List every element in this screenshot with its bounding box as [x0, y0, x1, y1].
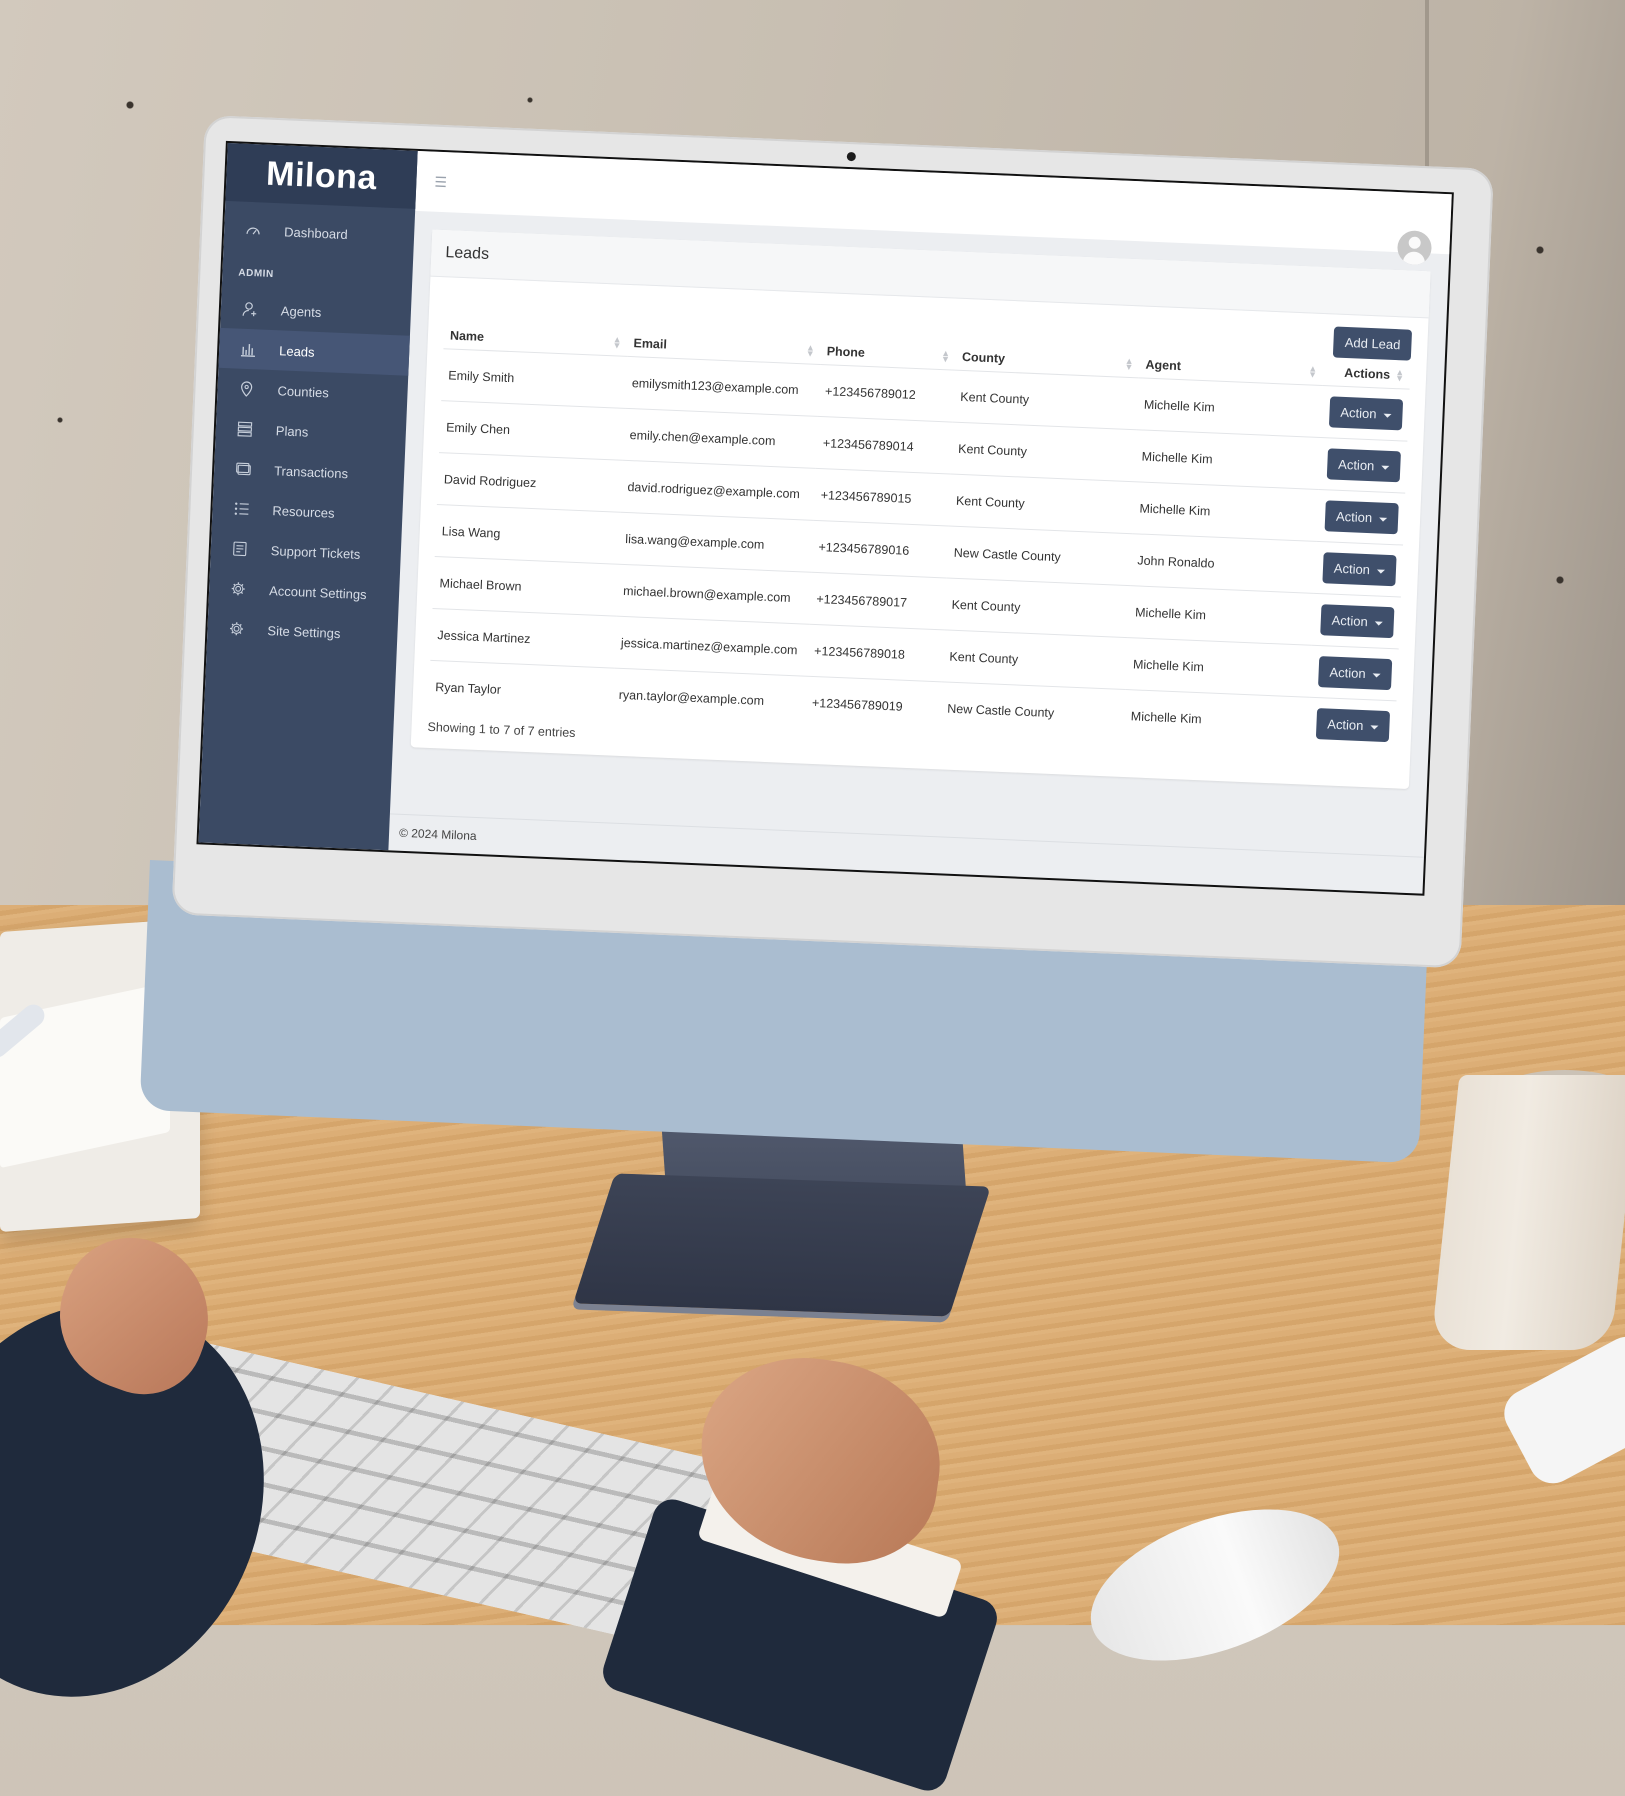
sidebar-item-label: Counties	[277, 382, 330, 400]
monitor-screen: Milona Dashboard ADMIN Agents Leads Coun…	[196, 140, 1454, 896]
sidebar: Milona Dashboard ADMIN Agents Leads Coun…	[198, 142, 418, 851]
cell-email: emily.chen@example.com	[622, 408, 819, 469]
cell-email: lisa.wang@example.com	[618, 512, 814, 573]
sort-icon: ▲ ▼	[805, 342, 816, 359]
gear-icon	[227, 619, 246, 638]
cell-email: michael.brown@example.com	[616, 564, 812, 625]
cell-name: Lisa Wang	[434, 504, 621, 565]
cell-county: New Castle County	[940, 681, 1126, 742]
sidebar-item-label: Account Settings	[268, 582, 367, 602]
gear-icon	[229, 579, 248, 598]
cell-county: New Castle County	[946, 526, 1133, 586]
action-dropdown-button[interactable]: Action	[1320, 604, 1395, 639]
sort-icon: ▲ ▼	[940, 348, 951, 365]
column-header-actions[interactable]: Actions ▲ ▼	[1323, 357, 1411, 389]
monitor-bezel: Milona Dashboard ADMIN Agents Leads Coun…	[171, 115, 1494, 969]
cell-name: David Rodriguez	[436, 452, 623, 513]
cell-name: Emily Chen	[439, 400, 625, 461]
sort-icon: ▲ ▼	[1124, 355, 1134, 373]
cell-phone: +123456789014	[815, 416, 954, 475]
sidebar-item-label: Plans	[275, 422, 309, 440]
cell-agent: Michelle Kim	[1134, 429, 1321, 490]
caret-down-icon	[1376, 569, 1386, 574]
cell-agent: John Ronaldo	[1130, 533, 1317, 594]
webcam	[846, 151, 857, 162]
caret-down-icon	[1379, 517, 1388, 522]
action-dropdown-button[interactable]: Action	[1324, 500, 1399, 535]
sort-icon: ▲ ▼	[1394, 367, 1405, 384]
sidebar-item-site-settings[interactable]: Site Settings	[207, 608, 399, 656]
caret-down-icon	[1374, 620, 1383, 626]
cell-phone: +123456789017	[809, 572, 947, 630]
ticket-icon	[230, 539, 249, 558]
cell-phone: +123456789018	[807, 624, 945, 682]
cell-name: Ryan Taylor	[428, 660, 614, 720]
caret-down-icon	[1383, 413, 1392, 418]
pen-cup	[1430, 1075, 1625, 1350]
caret-down-icon	[1370, 724, 1379, 730]
cell-agent: Michelle Kim	[1123, 689, 1310, 749]
action-dropdown-button[interactable]: Action	[1326, 448, 1401, 483]
sidebar-item-label: Site Settings	[267, 622, 341, 641]
action-dropdown-button[interactable]: Action	[1328, 396, 1404, 431]
sort-icon: ▲ ▼	[612, 334, 622, 351]
cell-phone: +123456789016	[811, 520, 949, 578]
cell-county: Kent County	[951, 422, 1137, 482]
cell-county: Kent County	[953, 370, 1140, 430]
cell-county: Kent County	[944, 577, 1131, 638]
cell-agent: Michelle Kim	[1132, 481, 1319, 542]
cell-email: ryan.taylor@example.com	[611, 668, 808, 728]
action-dropdown-button[interactable]: Action	[1315, 708, 1391, 743]
list-icon	[236, 420, 255, 439]
cell-agent: Michelle Kim	[1136, 377, 1323, 438]
action-dropdown-button[interactable]: Action	[1317, 656, 1393, 691]
cell-county: Kent County	[948, 474, 1135, 534]
user-plus-icon	[241, 300, 260, 319]
cell-agent: Michelle Kim	[1125, 637, 1312, 698]
sidebar-item-label: Dashboard	[283, 223, 349, 242]
hamburger-icon[interactable]: ☰	[434, 173, 447, 191]
cell-county: Kent County	[942, 629, 1129, 690]
map-pin-icon	[237, 380, 256, 399]
cell-phone: +123456789019	[804, 676, 943, 734]
column-header-phone[interactable]: Phone ▲ ▼	[820, 336, 956, 370]
cell-agent: Michelle Kim	[1128, 585, 1314, 646]
sort-icon: ▲ ▼	[1307, 363, 1318, 380]
cell-name: Emily Smith	[441, 348, 627, 409]
dashboard-icon	[244, 221, 263, 240]
main-area: ☰ Leads Add Lead Name ▲ ▼ Email ▲ ▼ Phon…	[388, 150, 1452, 894]
monitor-stand-base	[573, 1173, 991, 1317]
cell-name: Jessica Martinez	[430, 608, 617, 669]
sidebar-item-label: Leads	[278, 342, 315, 360]
cell-phone: +123456789015	[813, 468, 952, 527]
sidebar-item-label: Resources	[272, 502, 335, 521]
leads-card: Leads Add Lead Name ▲ ▼ Email ▲ ▼ Phone ▲ ▼	[410, 229, 1431, 790]
caret-down-icon	[1372, 672, 1381, 678]
cell-email: david.rodriguez@example.com	[620, 460, 816, 521]
leads-table: Name ▲ ▼ Email ▲ ▼ Phone ▲ ▼ County ▲ ▼ Agent ▲ ▼ …	[428, 320, 1411, 753]
add-lead-button[interactable]: Add Lead	[1333, 326, 1413, 361]
sidebar-item-label: Support Tickets	[270, 542, 361, 562]
caret-down-icon	[1381, 465, 1390, 470]
receipt-icon	[234, 460, 253, 479]
checklist-icon	[232, 500, 251, 519]
cell-email: jessica.martinez@example.com	[613, 616, 810, 677]
sidebar-item-label: Agents	[280, 302, 322, 320]
bar-chart-icon	[239, 340, 258, 359]
action-dropdown-button[interactable]: Action	[1322, 552, 1397, 587]
cell-phone: +123456789012	[818, 364, 956, 423]
brand-logo[interactable]: Milona	[225, 142, 418, 209]
cell-name: Michael Brown	[432, 556, 619, 617]
sidebar-item-label: Transactions	[273, 462, 349, 481]
content: Leads Add Lead Name ▲ ▼ Email ▲ ▼ Phone ▲ ▼	[390, 211, 1449, 857]
cell-email: emilysmith123@example.com	[624, 356, 821, 417]
